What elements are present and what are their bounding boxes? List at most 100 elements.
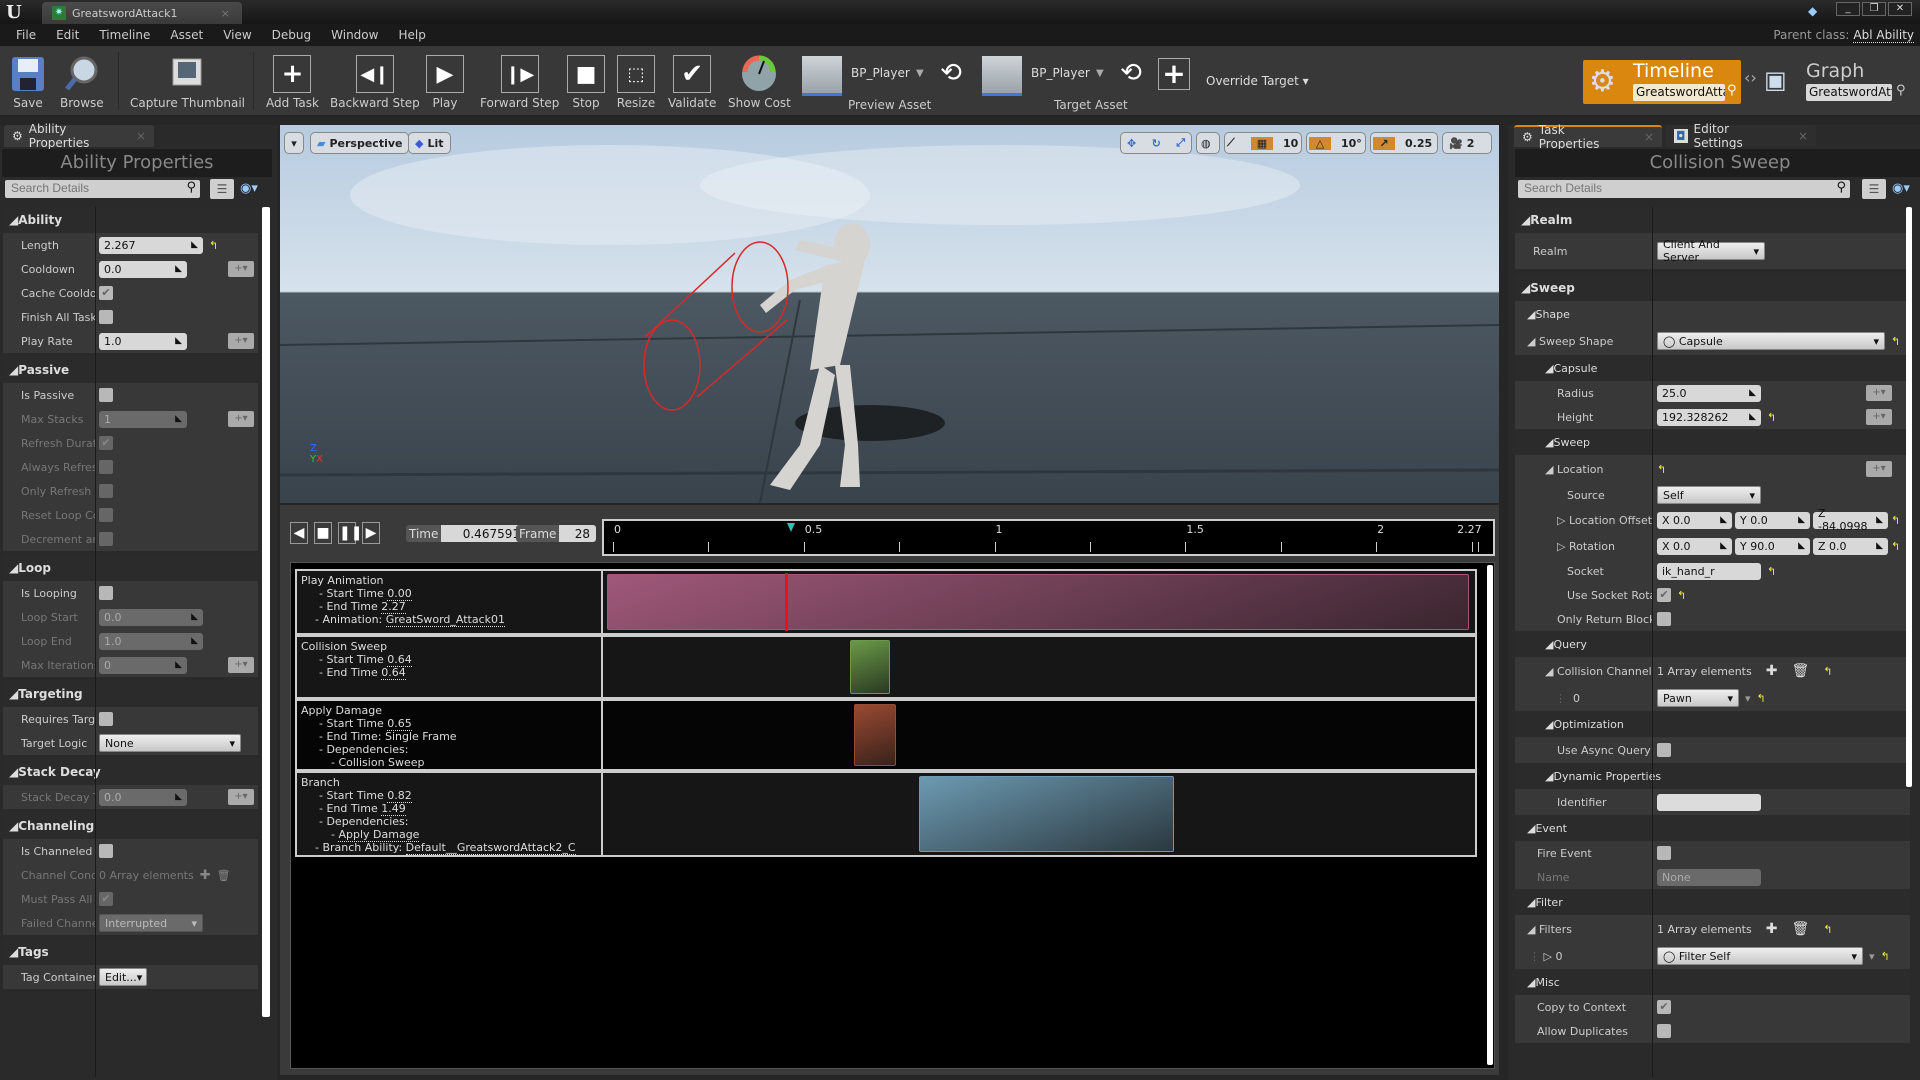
lit-button[interactable]: ◆ Lit	[408, 132, 451, 154]
stop-button[interactable]: ■ Stop	[566, 54, 606, 110]
add-element-icon[interactable]: ✚	[1766, 921, 1778, 937]
allow-duplicates-checkbox[interactable]	[1657, 1024, 1671, 1038]
backward-step-button[interactable]: ◀❙ Backward Step	[330, 54, 420, 110]
scale-icon[interactable]: ⤢	[1176, 136, 1185, 150]
save-button[interactable]: Save	[8, 54, 48, 110]
visibility-filter-icon[interactable]: ◉▾	[1892, 181, 1920, 201]
resize-button[interactable]: ⬚ Resize	[616, 54, 656, 110]
search-details-field[interactable]	[11, 181, 167, 195]
browse-button[interactable]: Browse	[60, 54, 104, 110]
step-forward-button[interactable]: ▶	[362, 522, 380, 544]
ability-properties-tab[interactable]: ⚙ Ability Properties ×	[4, 122, 154, 150]
radius-input[interactable]: 25.0 ◣	[1657, 384, 1761, 402]
search-details-field[interactable]	[1524, 181, 1796, 195]
group-event[interactable]: ◢ Event	[1515, 815, 1910, 841]
left-scrollbar[interactable]	[262, 207, 270, 1017]
socket-input[interactable]: ik_hand_r	[1657, 562, 1761, 580]
checkbox[interactable]: ✔	[99, 286, 113, 300]
edit-tags-button[interactable]: Edit... ▾	[99, 968, 147, 986]
section-realm[interactable]: ◢ Realm	[1515, 207, 1910, 233]
reset-to-default-icon[interactable]: ↰	[1677, 589, 1686, 602]
time-field[interactable]: Time 0.467591	[406, 525, 526, 542]
fire-event-checkbox[interactable]	[1657, 846, 1671, 860]
event-name-input[interactable]: None	[1657, 868, 1761, 886]
task-detail-link[interactable]: 0.82	[387, 789, 412, 803]
trash-icon[interactable]: 🗑	[1791, 663, 1809, 679]
parent-class-link[interactable]: Abl Ability	[1853, 28, 1914, 43]
add-dropdown-button[interactable]: +▾	[228, 333, 254, 349]
menu-view[interactable]: View	[213, 28, 261, 42]
surface-snap-icon[interactable]: ⟋	[1227, 136, 1247, 150]
trash-icon[interactable]: 🗑	[217, 869, 231, 882]
section-targeting[interactable]: ◢ Targeting	[3, 681, 258, 707]
number-input[interactable]: 1.0 ◣	[99, 332, 187, 350]
task-bar[interactable]	[850, 640, 891, 694]
task-info[interactable]: Apply Damage - Start Time 0.65- End Time:…	[297, 701, 603, 770]
target-asset-dropdown-icon[interactable]: ▼	[1096, 68, 1104, 79]
element-options-icon[interactable]: ▾	[1869, 950, 1875, 963]
document-tab[interactable]: ✷ GreatswordAttack1 ×	[42, 2, 242, 24]
task-track[interactable]: Branch - Start Time 0.82- End Time 1.49- …	[295, 771, 1477, 857]
checkbox[interactable]	[99, 844, 113, 858]
use-socket-rotation-checkbox[interactable]: ✔	[1657, 588, 1671, 602]
number-input[interactable]: 0 ◣	[99, 656, 187, 674]
task-properties-tab[interactable]: ⚙ Task Properties ×	[1514, 123, 1662, 151]
dropdown[interactable]: Interrupted ▾	[99, 914, 203, 932]
frame-field[interactable]: Frame 28	[516, 525, 596, 542]
task-lane[interactable]	[603, 701, 1475, 769]
search-details-input[interactable]: ⚲	[1518, 180, 1850, 198]
group-optimization[interactable]: ◢ Optimization	[1515, 711, 1910, 737]
reset-to-default-icon[interactable]: ↰	[209, 239, 218, 252]
checkbox[interactable]	[99, 532, 113, 546]
dropdown[interactable]: None ▾	[99, 734, 241, 752]
number-input[interactable]: 1 ◣	[99, 410, 187, 428]
viewport-options-dropdown[interactable]: ▾	[284, 132, 304, 154]
task-track[interactable]: Play Animation - Start Time 0.00- End Tim…	[295, 569, 1477, 635]
reset-to-default-icon[interactable]: ↰	[1823, 665, 1832, 678]
rotation-snap-toggle[interactable]: △	[1309, 136, 1331, 150]
checkbox[interactable]	[99, 586, 113, 600]
close-tab-icon[interactable]: ×	[1644, 130, 1654, 144]
reset-to-default-icon[interactable]: ↰	[1767, 565, 1776, 578]
task-track[interactable]: Collision Sweep - Start Time 0.64- End Ti…	[295, 635, 1477, 699]
channel-dropdown[interactable]: Pawn ▾	[1657, 689, 1739, 707]
preview-asset-dropdown-icon[interactable]: ▼	[916, 68, 924, 79]
number-input[interactable]: 1.0 ◣	[99, 632, 203, 650]
height-add-dropdown[interactable]: +▾	[1866, 409, 1892, 425]
close-tab-icon[interactable]: ×	[136, 129, 146, 143]
group-sweep[interactable]: ◢ Sweep	[1515, 429, 1910, 455]
rotation-snap-value[interactable]: 10°	[1335, 137, 1362, 150]
scale-snap-toggle[interactable]: ↗	[1373, 136, 1395, 150]
playhead-line[interactable]	[784, 573, 788, 631]
translate-icon[interactable]: ✥	[1127, 137, 1136, 150]
task-info[interactable]: Play Animation - Start Time 0.00- End Tim…	[297, 571, 603, 633]
task-info[interactable]: Collision Sweep - Start Time 0.64- End Ti…	[297, 637, 603, 697]
radius-add-dropdown[interactable]: +▾	[1866, 385, 1892, 401]
editor-settings-tab[interactable]: ◘ Editor Settings ×	[1666, 122, 1816, 150]
group-capsule[interactable]: ◢ Capsule	[1515, 355, 1910, 381]
rotation-y[interactable]: Y 90.0 ◣	[1735, 537, 1810, 555]
task-detail-link[interactable]: 2.27	[381, 600, 406, 614]
time-ruler[interactable]: 0 0.5 1 1.5 2 2.27	[602, 519, 1495, 556]
group-query[interactable]: ◢ Query	[1515, 631, 1910, 657]
task-info[interactable]: Branch - Start Time 0.82- End Time 1.49- …	[297, 773, 603, 855]
visibility-filter-icon[interactable]: ◉▾	[240, 181, 270, 201]
view-options-button[interactable]: ☰	[1862, 179, 1886, 199]
rotation-label[interactable]: ▷ Rotation	[1515, 540, 1653, 553]
menu-asset[interactable]: Asset	[160, 28, 213, 42]
add-dropdown-button[interactable]: +▾	[228, 657, 254, 673]
task-lane[interactable]	[603, 571, 1475, 633]
task-detail-link[interactable]: 0.65	[387, 717, 412, 731]
number-input[interactable]: 0.0 ◣	[99, 788, 187, 806]
reset-to-default-icon[interactable]: ↰	[1757, 692, 1766, 705]
menu-timeline[interactable]: Timeline	[89, 28, 160, 42]
checkbox[interactable]	[99, 484, 113, 498]
validate-button[interactable]: ✔ Validate	[668, 54, 716, 110]
section-tags[interactable]: ◢ Tags	[3, 939, 258, 965]
reset-to-default-icon[interactable]: ↰	[1891, 514, 1900, 527]
find-icon[interactable]: ⚲	[1896, 83, 1906, 98]
view-options-button[interactable]: ☰	[210, 179, 234, 199]
source-dropdown[interactable]: Self ▾	[1657, 486, 1761, 504]
source-control-icon[interactable]: ◆	[1808, 4, 1824, 18]
timeline-mode-field[interactable]: GreatswordAtta	[1633, 84, 1725, 101]
